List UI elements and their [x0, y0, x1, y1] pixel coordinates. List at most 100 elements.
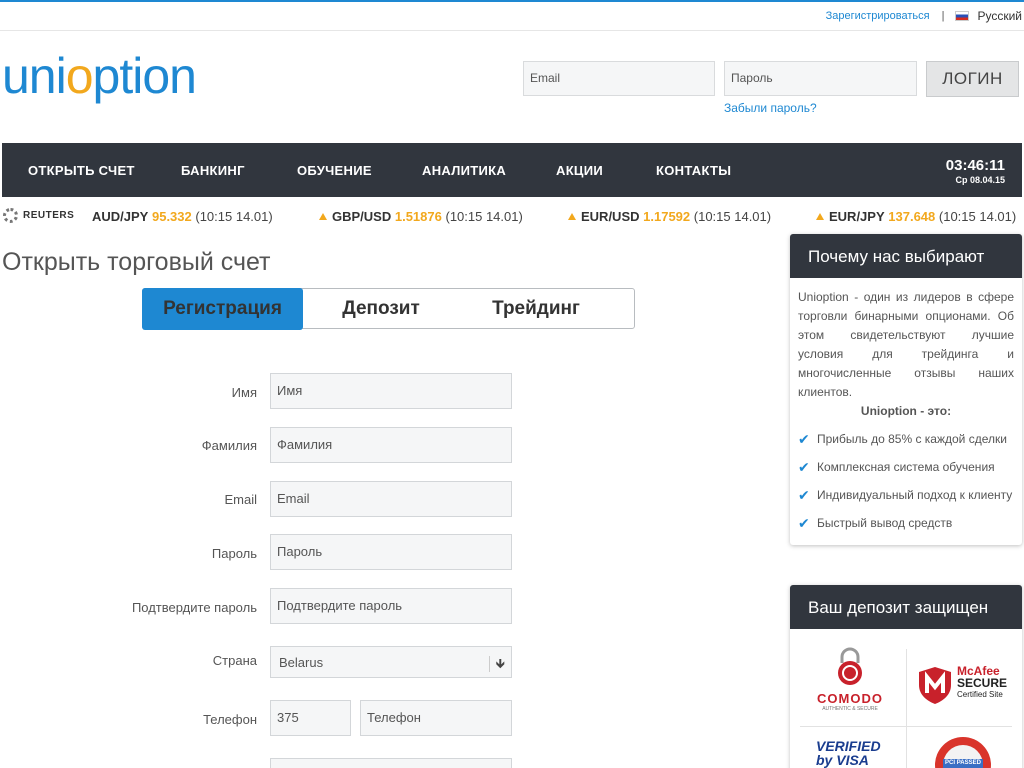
arrow-up-icon [568, 213, 576, 220]
arrow-up-icon [319, 213, 327, 220]
deposit-protected-card: Ваш депозит защищен COMODO AUTHENTIC & S… [790, 585, 1022, 768]
quote-value: 137.648 [888, 209, 936, 224]
last-name-input[interactable]: Фамилия [270, 427, 512, 463]
quote-pair: EUR/USD [581, 209, 640, 224]
why-us-text: Unioption - один из лидеров в сфере торг… [798, 290, 1014, 399]
arrow-up-icon [816, 213, 824, 220]
quote-pair: AUD/JPY [92, 209, 149, 224]
visa-verified-label: VERIFIED [816, 738, 881, 754]
pci-label: PCI PASSED [945, 760, 981, 766]
quote-pair: GBP/USD [332, 209, 392, 224]
logo-part-o: o [65, 48, 94, 104]
comodo-sub: AUTHENTIC & SECURE [822, 706, 878, 712]
nav-banking[interactable]: БАНКИНГ [181, 143, 245, 197]
deposit-protected-title: Ваш депозит защищен [790, 585, 1022, 629]
reuters-icon [3, 208, 18, 223]
registration-steps: Регистрация Депозит Трейдинг [142, 288, 635, 330]
benefit-text: Индивидуальный подход к клиенту [817, 487, 1013, 502]
verified-by-visa-badge: VERIFIED by VISA [816, 739, 886, 767]
confirm-password-input[interactable]: Подтвердите пароль [270, 588, 512, 624]
quote-time: (10:15 14.01) [195, 209, 273, 224]
mcafee-sub: Certified Site [957, 690, 1003, 699]
why-us-subtitle: Unioption - это: [860, 404, 952, 418]
clock-date: Ср 08.04.15 [955, 175, 1005, 185]
nav-open-account[interactable]: ОТКРЫТЬ СЧЕТ [28, 143, 135, 197]
quote-value: 1.17592 [643, 209, 691, 224]
register-link[interactable]: Зарегистрироваться [826, 10, 930, 22]
benefit-item: ✔ Быстрый вывод средств [798, 509, 1014, 537]
login-button[interactable]: ЛОГИН [926, 61, 1019, 97]
logo-part-ption: ption [92, 48, 197, 104]
benefit-text: Быстрый вывод средств [817, 515, 953, 530]
email-input[interactable]: Email [270, 481, 512, 517]
language-selector[interactable]: Русский [977, 9, 1022, 23]
clock-time: 03:46:11 [945, 157, 1005, 174]
phone-label: Телефон [203, 712, 257, 727]
russia-flag-icon[interactable] [955, 11, 970, 21]
quotes-ticker: REUTERS AUD/JPY 95.332 (10:15 14.01) GBP… [0, 207, 1024, 227]
top-accent-line [0, 0, 1024, 2]
nav-analytics[interactable]: АНАЛИТИКА [422, 143, 506, 197]
header-divider [0, 30, 1024, 31]
nav-promotions[interactable]: АКЦИИ [556, 143, 603, 197]
country-value: Belarus [279, 655, 324, 670]
why-us-title: Почему нас выбирают [790, 234, 1022, 278]
benefit-item: ✔ Прибыль до 85% с каждой сделки [798, 425, 1014, 453]
ticker-quote: AUD/JPY 95.332 (10:15 14.01) [92, 209, 273, 224]
checkmark-icon: ✔ [798, 487, 810, 503]
password-input[interactable]: Пароль [270, 534, 512, 570]
quote-pair: EUR/JPY [829, 209, 885, 224]
reuters-label: REUTERS [23, 210, 75, 221]
phone-code-input[interactable]: 375 [270, 700, 351, 736]
comodo-label: COMODO [817, 691, 883, 706]
checkmark-icon: ✔ [798, 515, 810, 531]
step-registration[interactable]: Регистрация [142, 288, 303, 330]
next-field-input[interactable] [270, 758, 512, 768]
quote-value: 95.332 [151, 209, 192, 224]
login-password-input[interactable]: Пароль [724, 61, 917, 96]
login-email-input[interactable]: Email [523, 61, 715, 96]
country-label: Страна [212, 653, 257, 668]
last-name-label: Фамилия [201, 438, 257, 453]
step-trading[interactable]: Трейдинг [463, 288, 609, 330]
benefit-item: ✔ Индивидуальный подход к клиенту [798, 481, 1014, 509]
forgot-password-link[interactable]: Забыли пароль? [724, 101, 817, 115]
arrow-down-icon: 🡻 [488, 656, 505, 672]
logo-part-uni: uni [2, 48, 67, 104]
nav-education[interactable]: ОБУЧЕНИЕ [297, 143, 372, 197]
why-us-card: Почему нас выбирают Unioption - один из … [790, 234, 1022, 545]
server-clock: 03:46:11 Ср 08.04.15 [946, 157, 1005, 186]
password-label: Пароль [211, 546, 257, 561]
top-links: Зарегистрироваться | Русский [826, 9, 1022, 23]
visa-by-label: by VISA [816, 752, 869, 768]
quote-time: (10:15 14.01) [938, 209, 1017, 224]
mcafee-secure-label: SECURE [957, 676, 1008, 690]
step-deposit[interactable]: Депозит [308, 288, 454, 330]
comodo-badge: COMODO AUTHENTIC & SECURE [814, 647, 886, 713]
logo[interactable]: unioption [2, 48, 197, 104]
country-select[interactable]: Belarus 🡻 [270, 646, 512, 678]
main-nav: ОТКРЫТЬ СЧЕТ БАНКИНГ ОБУЧЕНИЕ АНАЛИТИКА … [2, 143, 1022, 197]
pci-badge: PCI PASSED [933, 733, 993, 768]
ticker-quote: EUR/JPY 137.648 (10:15 14.01) [816, 209, 1016, 224]
padlock-icon [838, 647, 862, 685]
phone-input[interactable]: Телефон [360, 700, 512, 736]
checkmark-icon: ✔ [798, 459, 810, 475]
quote-value: 1.51876 [394, 209, 442, 224]
ticker-quote: EUR/USD 1.17592 (10:15 14.01) [568, 209, 771, 224]
badge-divider [906, 649, 907, 768]
top-separator: | [941, 10, 945, 22]
reuters-logo: REUTERS [3, 208, 74, 223]
first-name-input[interactable]: Имя [270, 373, 512, 409]
nav-contacts[interactable]: КОНТАКТЫ [656, 143, 731, 197]
quote-time: (10:15 14.01) [693, 209, 772, 224]
mcafee-badge: McAfee SECURE Certified Site [917, 665, 1017, 705]
email-label: Email [224, 492, 257, 507]
page-title: Открыть торговый счет [2, 248, 271, 276]
benefit-text: Комплексная система обучения [817, 459, 995, 474]
quote-time: (10:15 14.01) [445, 209, 523, 224]
benefit-item: ✔ Комплексная система обучения [798, 453, 1014, 481]
confirm-password-label: Подтвердите пароль [131, 600, 257, 615]
benefit-text: Прибыль до 85% с каждой сделки [817, 431, 1007, 446]
first-name-label: Имя [231, 385, 257, 400]
